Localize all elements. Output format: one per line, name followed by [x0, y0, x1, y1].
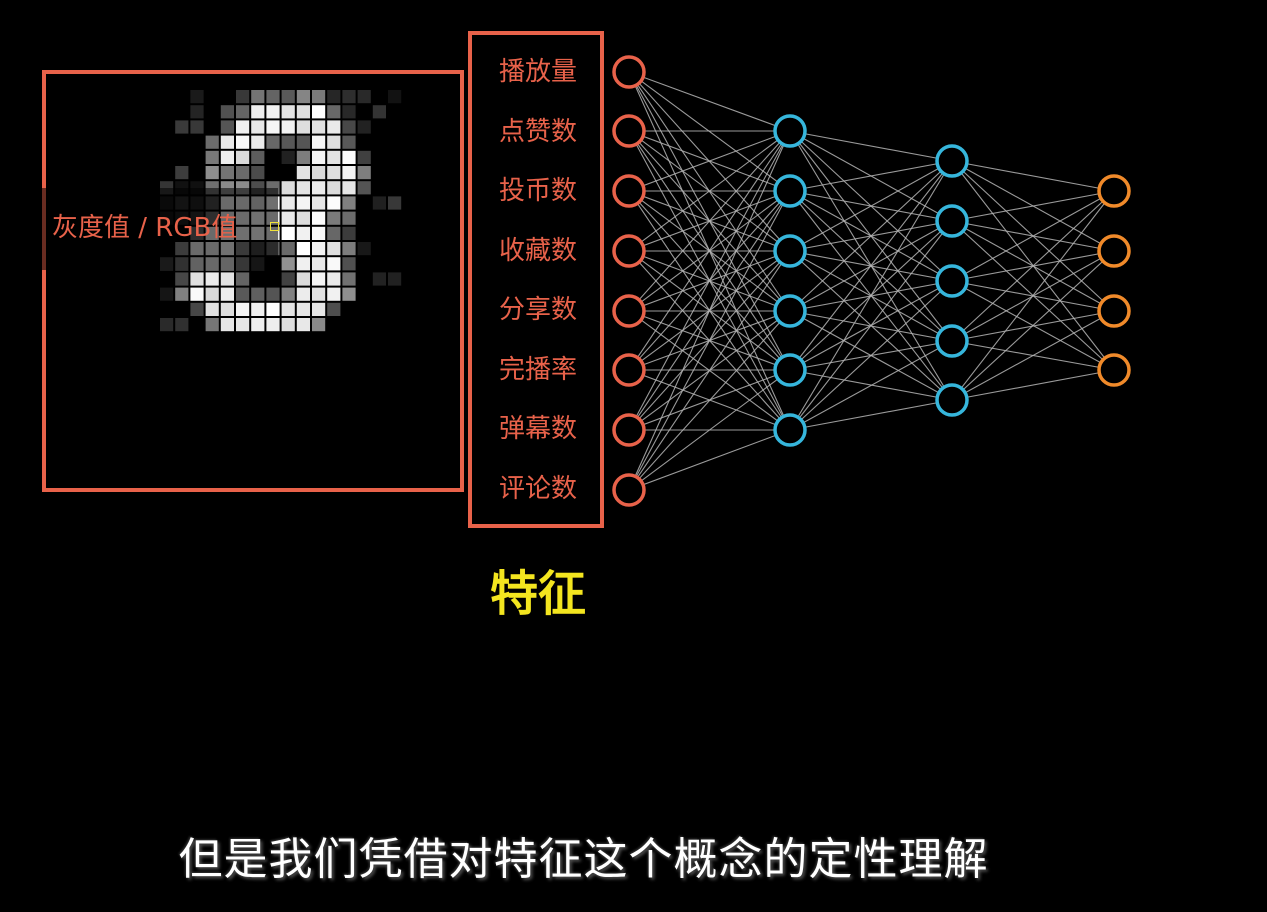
network-edge	[951, 310, 1115, 401]
network-edge	[789, 280, 953, 431]
input-neuron	[612, 55, 646, 89]
video-frame: 灰度值 / RGB值 播放量 点赞数 投币数 收藏数 分享数 完播率 弹幕数 评论数 特征 但…	[0, 0, 1267, 912]
network-edge	[951, 190, 1115, 222]
network-edge	[951, 160, 1115, 192]
network-edge	[789, 160, 953, 192]
network-edge	[789, 160, 953, 312]
network-edge	[628, 190, 791, 491]
features-caption: 特征	[489, 566, 586, 622]
network-edge	[789, 160, 953, 431]
output-neuron	[1097, 294, 1131, 328]
input-neuron	[612, 234, 646, 268]
network-edge	[951, 190, 1115, 342]
hidden-1-neuron	[773, 413, 807, 447]
network-edge	[789, 130, 953, 162]
hidden-2-neuron	[935, 264, 969, 298]
network-edge	[951, 250, 1115, 401]
network-edge	[951, 369, 1115, 401]
output-neuron	[1097, 174, 1131, 208]
network-edge	[628, 310, 791, 491]
output-neuron	[1097, 353, 1131, 387]
subtitle: 但是我们凭借对特征这个概念的定性理解	[178, 834, 989, 885]
input-neuron	[612, 294, 646, 328]
hidden-1-neuron	[773, 234, 807, 268]
input-neuron	[612, 413, 646, 447]
hidden-2-neuron	[935, 144, 969, 178]
network-edge	[789, 160, 953, 371]
input-neuron	[612, 353, 646, 387]
input-neuron	[612, 473, 646, 507]
hidden-1-neuron	[773, 174, 807, 208]
hidden-1-neuron	[773, 294, 807, 328]
network-edge	[951, 190, 1115, 401]
network-edge	[628, 71, 791, 132]
network-edges	[628, 71, 1115, 491]
hidden-1-neuron	[773, 353, 807, 387]
network-edge	[789, 220, 953, 431]
neural-network-diagram	[612, 55, 1131, 507]
network-edge	[628, 429, 791, 491]
input-neuron	[612, 114, 646, 148]
hidden-2-neuron	[935, 324, 969, 358]
input-neuron	[612, 174, 646, 208]
network-edge	[789, 160, 953, 252]
network-edge	[789, 340, 953, 431]
hidden-2-neuron	[935, 383, 969, 417]
hidden-1-neuron	[773, 114, 807, 148]
network-edge	[789, 399, 953, 431]
network-edge	[951, 190, 1115, 282]
hidden-2-neuron	[935, 204, 969, 238]
output-neuron	[1097, 234, 1131, 268]
